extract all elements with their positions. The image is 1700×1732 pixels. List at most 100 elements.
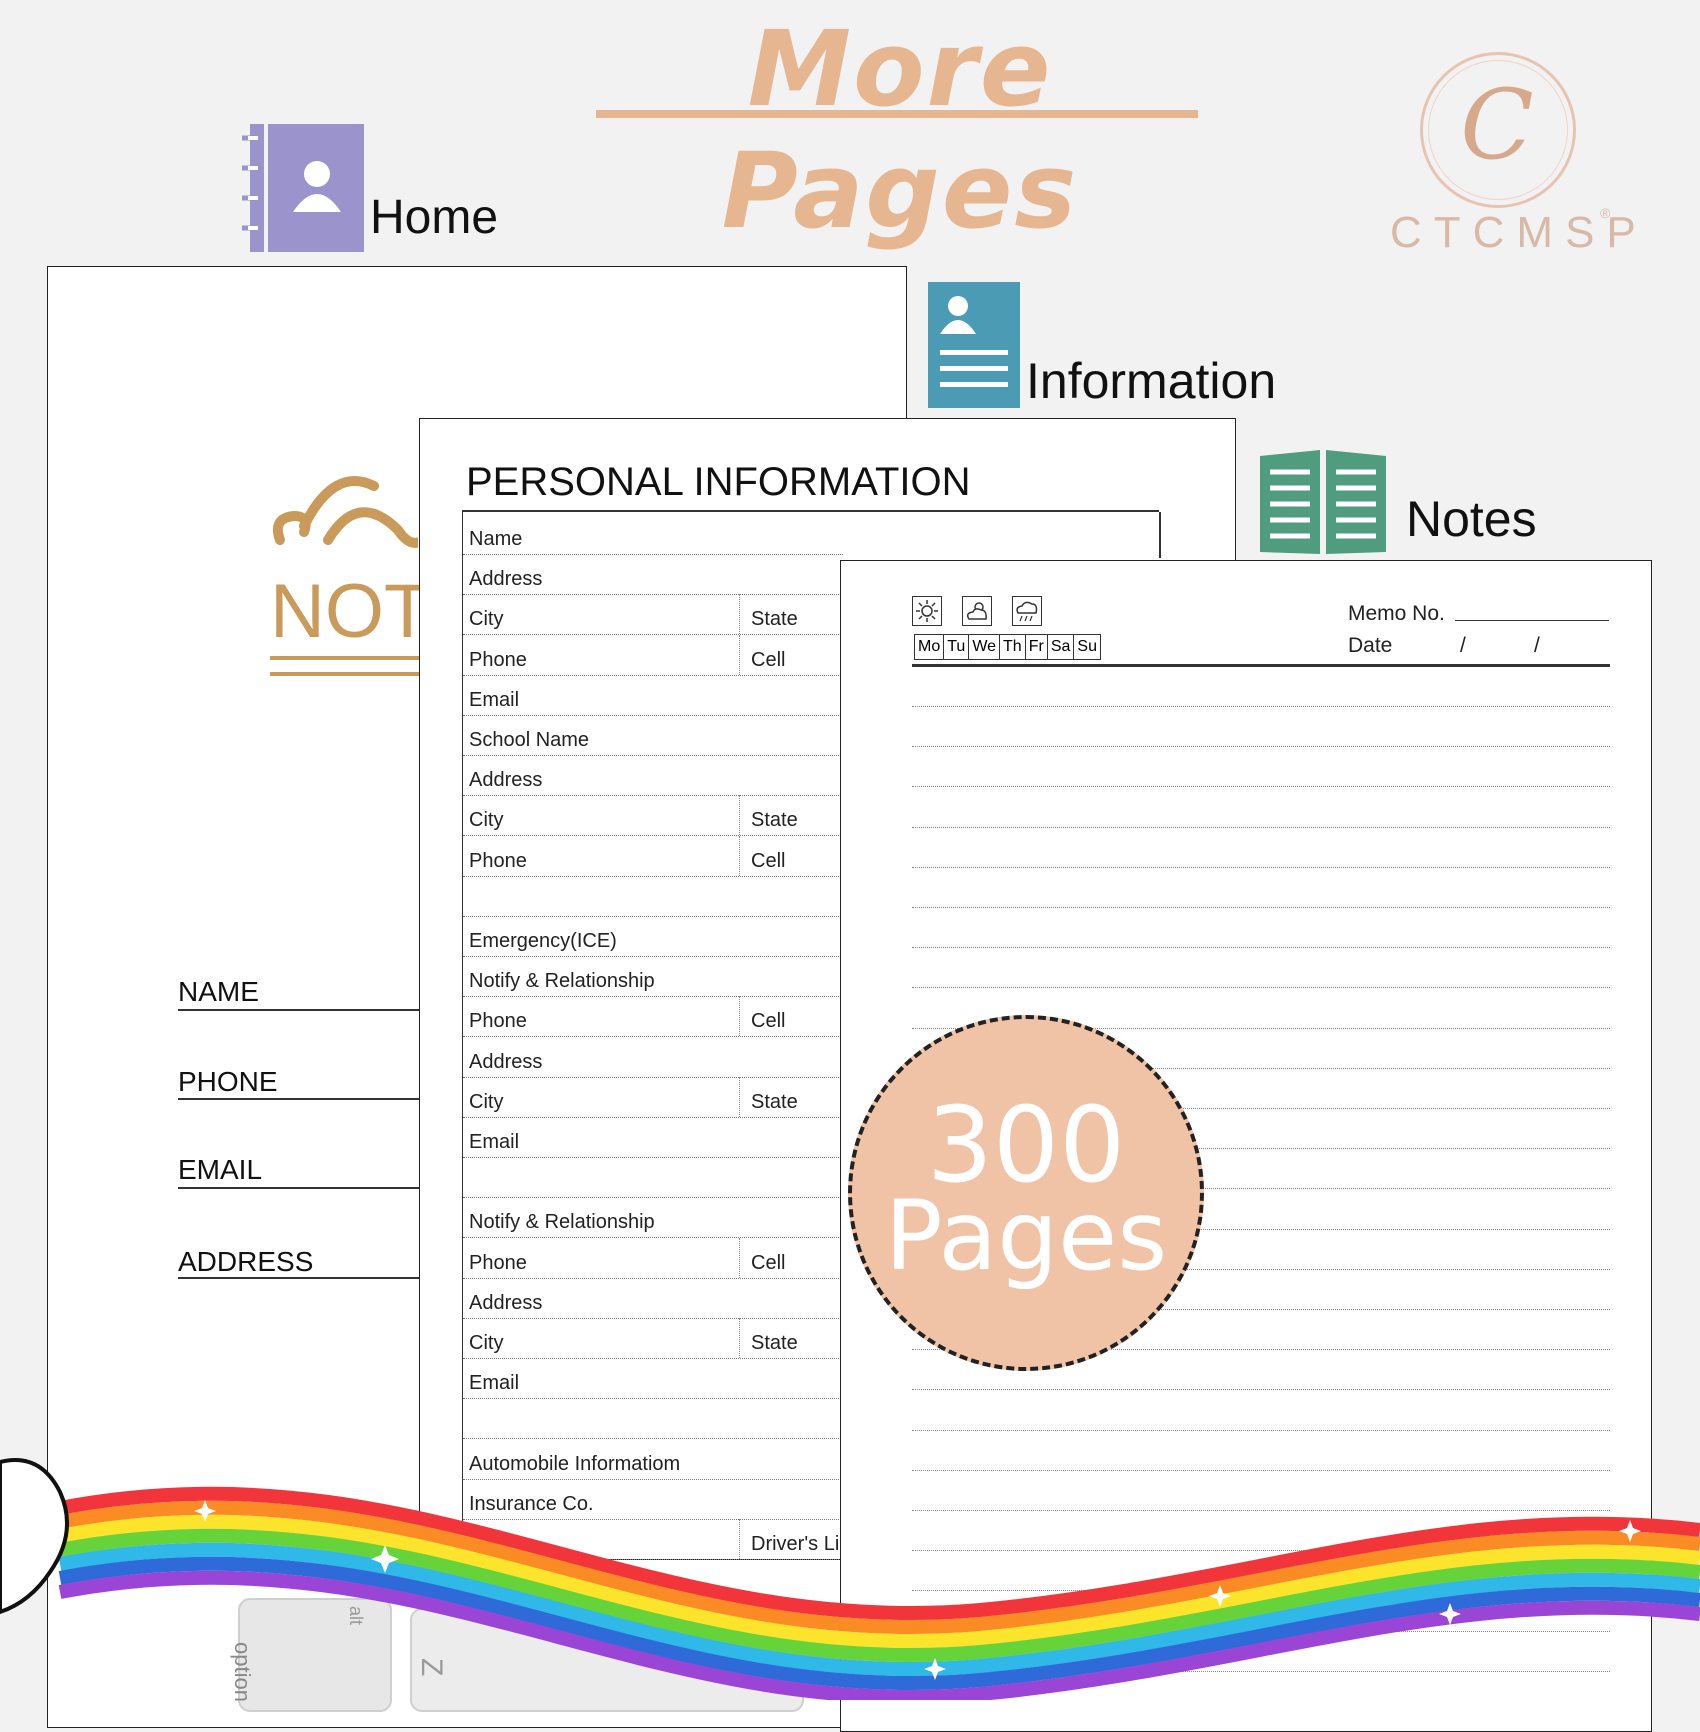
weekday-th[interactable]: Th — [999, 634, 1026, 660]
form-row-label: Email — [469, 688, 520, 711]
brand-name: CTCMSP — [1390, 208, 1648, 257]
form-row[interactable]: City State — [463, 594, 843, 636]
form-row[interactable]: Email — [463, 675, 843, 716]
form-row-label: City — [469, 1090, 504, 1113]
form-row[interactable]: Phone Cell — [463, 634, 843, 676]
notes-ruled-line[interactable] — [912, 987, 1610, 989]
notes-header-rule — [912, 664, 1610, 667]
form-row-right-label: Cell — [751, 849, 786, 872]
form-row[interactable] — [463, 1398, 843, 1440]
headline: More Pages — [721, 8, 1079, 252]
form-row-right-label: State — [751, 809, 798, 832]
cover-field-address-line — [178, 1277, 420, 1279]
memo-line[interactable] — [1455, 620, 1609, 621]
form-row[interactable]: Address — [463, 755, 843, 797]
form-row-divider — [739, 1318, 741, 1358]
form-row-label: Emergency(ICE) — [469, 930, 617, 952]
form-row-divider — [739, 835, 741, 876]
form-row-right-label: Cell — [751, 1010, 786, 1033]
form-row[interactable]: Address — [463, 554, 843, 596]
form-row[interactable]: Phone Cell — [463, 996, 843, 1038]
form-row[interactable] — [463, 876, 843, 917]
weekday-mo[interactable]: Mo — [914, 634, 945, 660]
form-row[interactable]: Address — [463, 1278, 843, 1319]
form-row-label: Phone — [469, 1010, 527, 1033]
form-row[interactable]: Emergency(ICE) — [463, 916, 843, 957]
cover-title-rule-1 — [270, 656, 420, 660]
form-row-divider — [739, 1076, 741, 1117]
form-row[interactable]: City State — [463, 795, 843, 837]
form-row-right-label: Cell — [751, 648, 786, 671]
notes-ruled-line[interactable] — [912, 907, 1610, 908]
personal-info-title: PERSONAL INFORMATION — [466, 460, 971, 504]
form-row[interactable]: Phone Cell — [463, 835, 843, 877]
form-row-divider — [739, 594, 741, 635]
weekday-fr[interactable]: Fr — [1024, 634, 1048, 660]
weekday-sa[interactable]: Sa — [1046, 634, 1075, 660]
form-row-label: City — [469, 608, 504, 631]
form-row-label: Phone — [469, 648, 527, 671]
form-row[interactable]: Email — [463, 1358, 843, 1400]
weekday-tu[interactable]: Tu — [943, 634, 970, 660]
form-row-label: Email — [469, 1131, 520, 1153]
notes-ruled-line[interactable] — [912, 866, 1610, 868]
form-row-label: Address — [469, 1050, 543, 1073]
form-row[interactable]: Phone Cell — [463, 1237, 843, 1279]
form-row[interactable] — [463, 1157, 843, 1199]
form-row[interactable]: Email — [463, 1117, 843, 1158]
rain-cloud-icon[interactable] — [1012, 596, 1042, 626]
cover-field-name-line — [178, 1009, 420, 1011]
form-row-label: Address — [469, 1291, 543, 1314]
profile-card-icon — [928, 282, 1020, 408]
notes-ruled-line[interactable] — [912, 786, 1610, 788]
form-row-label: City — [469, 1332, 504, 1354]
cover-field-phone: PHONE — [178, 1066, 278, 1097]
form-row[interactable]: Notify & Relationship — [463, 1197, 843, 1239]
weekday-su[interactable]: Su — [1073, 634, 1101, 660]
weekday-we[interactable]: We — [968, 634, 1001, 660]
notes-ruled-line[interactable] — [912, 1389, 1610, 1391]
partly-cloudy-icon[interactable] — [962, 596, 992, 626]
open-book-icon — [1258, 448, 1388, 556]
notes-ruled-line[interactable] — [912, 826, 1610, 828]
tab-information[interactable]: Information — [1026, 352, 1276, 410]
form-row[interactable]: School Name — [463, 715, 843, 756]
address-book-icon — [238, 124, 364, 252]
date-separator-2: / — [1534, 634, 1540, 657]
form-row-label: Phone — [469, 1251, 527, 1274]
notes-ruled-line[interactable] — [912, 1429, 1610, 1431]
form-row-label: Phone — [469, 849, 527, 872]
notes-ruled-line[interactable] — [912, 706, 1610, 707]
brand-logo-letter: C — [1460, 69, 1534, 181]
form-row[interactable]: City State — [463, 1318, 843, 1359]
cover-field-address: ADDRESS — [178, 1246, 314, 1277]
form-row[interactable]: Name — [463, 514, 843, 555]
tab-notes[interactable]: Notes — [1406, 490, 1537, 548]
notes-ruled-line[interactable] — [912, 947, 1610, 949]
form-row-divider — [739, 795, 741, 836]
form-row-divider — [739, 1237, 741, 1278]
cover-field-name: NAME — [178, 976, 259, 1007]
cover-title: NOT — [270, 572, 420, 652]
sun-icon[interactable] — [912, 596, 942, 626]
registered-mark: ® — [1600, 205, 1611, 221]
form-row-label: Notify & Relationship — [469, 1211, 655, 1234]
date-label: Date — [1348, 634, 1393, 657]
form-row-label: Email — [469, 1372, 520, 1395]
form-row-right-label: State — [751, 608, 798, 631]
form-row-divider — [739, 634, 741, 675]
form-row-label: Notify & Relationship — [469, 970, 655, 993]
form-row[interactable]: City State — [463, 1076, 843, 1118]
form-row-right-label: State — [751, 1090, 798, 1113]
tab-home[interactable]: Home — [370, 190, 498, 245]
cover-title-rule-2 — [270, 672, 420, 676]
form-row-label: Name — [469, 528, 523, 550]
notes-ruled-line[interactable] — [912, 746, 1610, 748]
form-row-label: City — [469, 809, 504, 832]
form-row-label: Address — [469, 568, 543, 591]
form-row[interactable]: Notify & Relationship — [463, 956, 843, 998]
form-row[interactable]: Address — [463, 1037, 843, 1078]
rainbow-decoration — [0, 1440, 1700, 1705]
pages-badge-label: Pages — [884, 1180, 1168, 1292]
cover-field-phone-line — [178, 1098, 420, 1100]
